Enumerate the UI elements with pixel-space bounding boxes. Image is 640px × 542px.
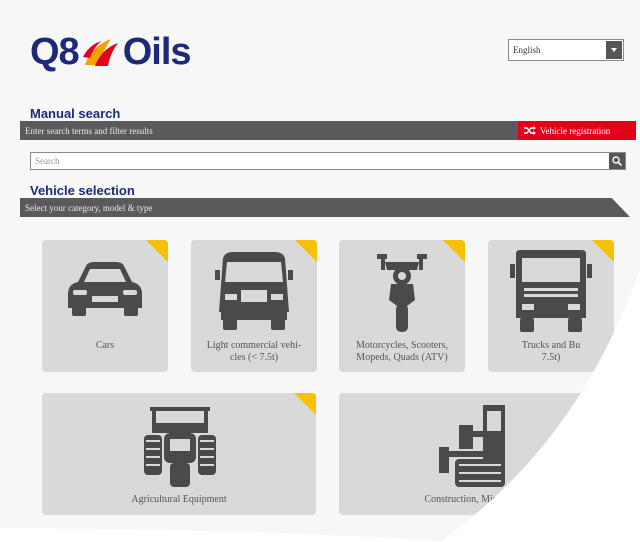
manual-search-bar: Enter search terms and filter results — [20, 121, 540, 140]
category-label: Construction, Mining and — [424, 494, 528, 505]
vehicle-registration-label: Vehicle registration — [540, 125, 611, 136]
category-tile-light-commercial[interactable]: Light commercial vehi- cles (< 7.5t) — [191, 240, 317, 372]
corner-marker — [294, 393, 316, 415]
corner-marker — [592, 240, 614, 262]
category-label: Agricultural Equipment — [131, 494, 227, 505]
truck-icon — [510, 250, 592, 332]
vehicle-registration-button[interactable]: Vehicle registration — [518, 121, 636, 140]
q8-oils-logo[interactable]: Q8 Oils — [30, 30, 192, 74]
shuffle-icon — [524, 126, 536, 135]
corner-marker — [591, 393, 613, 415]
category-tile-trucks[interactable]: Trucks and Bu 7.5t) — [488, 240, 614, 372]
category-tile-agricultural[interactable]: Agricultural Equipment — [42, 393, 316, 515]
motorcycle-icon — [377, 254, 427, 332]
corner-marker — [443, 240, 465, 262]
van-icon — [215, 252, 293, 330]
manual-search-title: Manual search — [30, 106, 121, 121]
search-button[interactable] — [609, 153, 625, 169]
tractor-icon — [144, 407, 216, 487]
category-label: Trucks and Bu 7.5t) — [521, 340, 581, 363]
search-icon — [612, 156, 622, 166]
category-label: Motorcycles, Scooters, Mopeds, Quads (AT… — [356, 340, 448, 363]
excavator-icon — [439, 405, 505, 487]
corner-marker — [146, 240, 168, 262]
language-select[interactable]: English — [508, 39, 624, 61]
logo-text-oils: Oils — [122, 30, 192, 73]
sails-logo-icon — [82, 39, 118, 66]
manual-search-subtitle: Enter search terms and filter results — [25, 125, 153, 136]
logo-text-q8: Q8 — [30, 30, 80, 73]
search-input[interactable] — [31, 155, 609, 167]
vehicle-selection-bar: Select your category, model & type — [20, 198, 630, 217]
chevron-down-icon[interactable] — [606, 41, 622, 59]
vehicle-selection-title: Vehicle selection — [30, 183, 135, 198]
page: Q8 Oils English Manual search Enter sear… — [0, 0, 640, 542]
category-tile-construction[interactable]: Construction, Mining and — [339, 393, 613, 515]
category-tile-cars[interactable]: Cars — [42, 240, 168, 372]
language-value: English — [513, 45, 541, 55]
car-icon — [68, 262, 142, 316]
corner-marker — [295, 240, 317, 262]
category-tile-motorcycles[interactable]: Motorcycles, Scooters, Mopeds, Quads (AT… — [339, 240, 465, 372]
category-label: Cars — [95, 340, 115, 351]
category-label: Light commercial vehi- cles (< 7.5t) — [206, 340, 302, 363]
vehicle-selection-subtitle: Select your category, model & type — [25, 202, 153, 213]
search-box — [30, 152, 626, 170]
